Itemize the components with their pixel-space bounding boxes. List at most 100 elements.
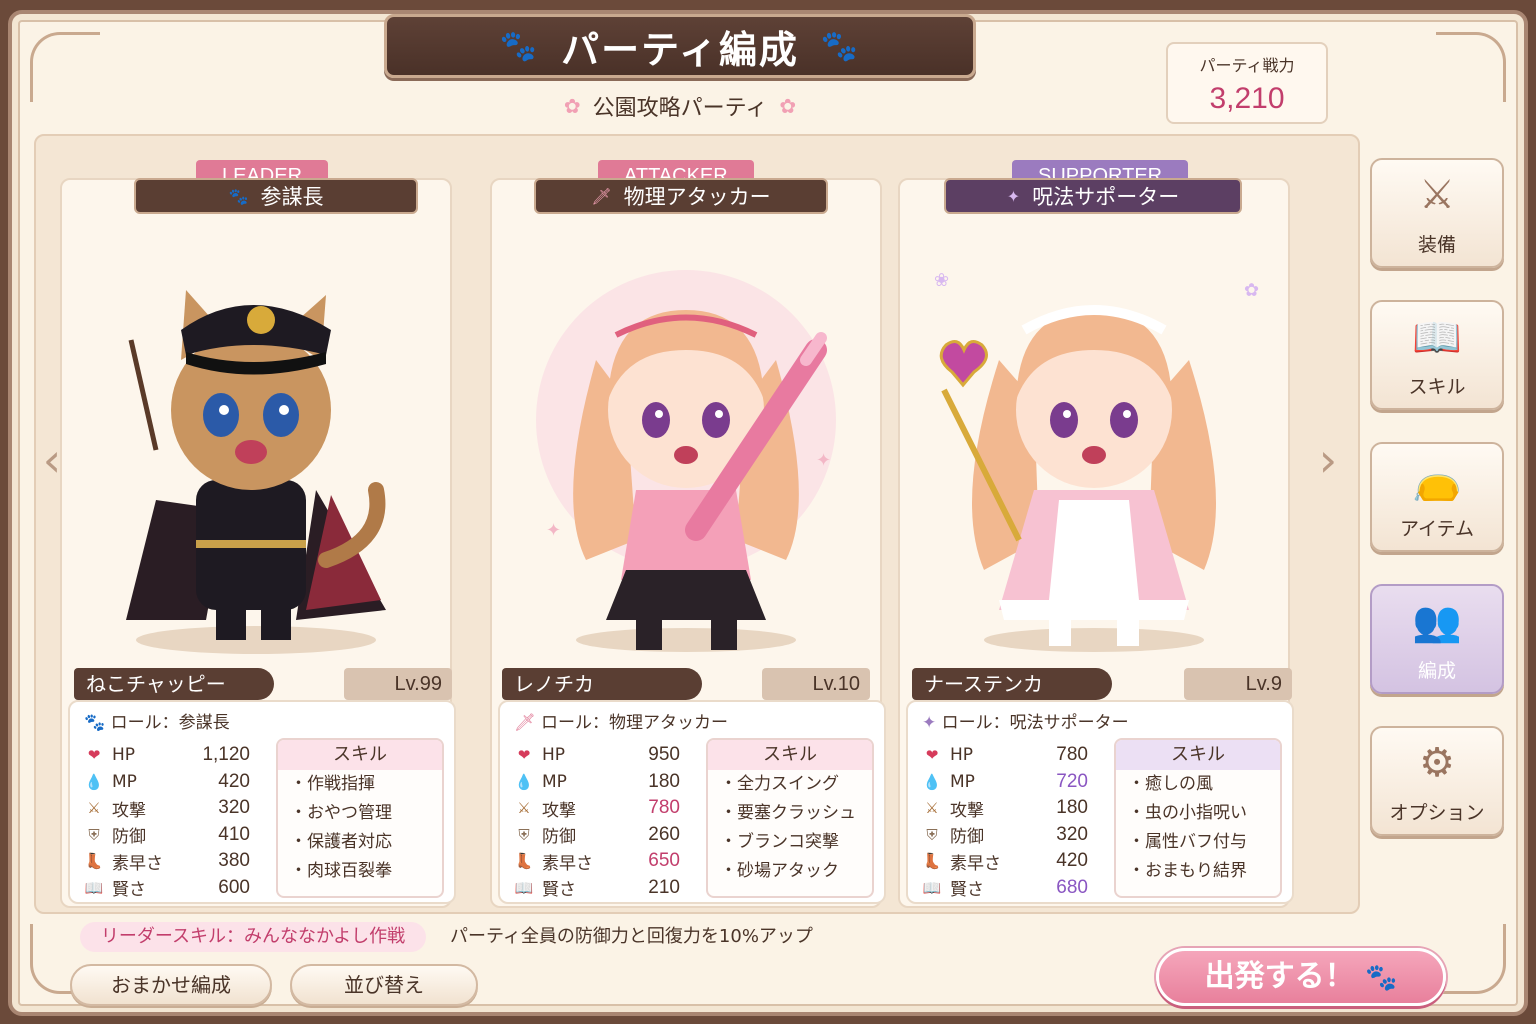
character-portrait-girl-bat: [516, 240, 856, 660]
side-menu-label: 装備: [1417, 234, 1456, 256]
stat-value: 410: [218, 823, 250, 845]
stat-label: 賢さ: [542, 880, 576, 901]
character-portrait-girl-staff: [924, 240, 1264, 660]
stat-row-speed: 👢 素早さ 420: [918, 848, 1088, 875]
stat-label: MP: [542, 771, 567, 792]
stat-value: 650: [648, 850, 680, 872]
skill-item[interactable]: ・肉球百裂拳: [278, 857, 442, 886]
depart-button[interactable]: 出発する！ 🐾: [1156, 948, 1446, 1006]
stat-value: 320: [218, 797, 250, 819]
stat-label: MP: [950, 771, 975, 792]
skill-item[interactable]: ・保護者対応: [278, 828, 442, 857]
boot-icon: 👢: [922, 852, 942, 871]
stat-value: 600: [218, 876, 250, 898]
skill-box: スキル ・癒しの風 ・虫の小指呪い ・属性バフ付与 ・おまもり結界: [1114, 738, 1282, 898]
heart-icon: ❤: [925, 746, 939, 765]
sparkle-icon: ✦: [922, 713, 937, 733]
side-menu-label: アイテム: [1399, 518, 1475, 540]
stat-label: HP: [950, 745, 974, 766]
item-bag-icon: 👝: [1412, 457, 1462, 503]
stat-row-wisdom: 📖 賢さ 680: [918, 875, 1088, 902]
stat-label: 賢さ: [950, 880, 984, 901]
stat-row-hp: ❤ HP 1,120: [80, 742, 250, 769]
side-menu-options[interactable]: ⚙ オプション: [1370, 726, 1504, 836]
flower-icon: ✿: [563, 94, 581, 118]
role-line-text: ロール：物理アタッカー: [541, 713, 728, 733]
paw-icon: 🐾: [84, 713, 106, 733]
stat-row-attack: ⚔ 攻撃 180: [918, 795, 1088, 822]
member-card-leader[interactable]: LEADER 🐾 参謀長 ねこチャッピー Lv.99 🐾 ロール：参謀長 ❤ H…: [56, 160, 456, 908]
sword-icon: 🗡: [514, 713, 536, 733]
stat-row-defense: ⛨ 防御 410: [80, 822, 250, 849]
party-name-text: 公園攻略パーティ: [592, 96, 768, 121]
paw-icon: 🐾: [1365, 963, 1398, 993]
stat-value: 720: [1056, 770, 1088, 792]
paw-icon: 🐾: [499, 28, 540, 64]
member-card-attacker[interactable]: ATTACKER 🗡 物理アタッカー ✦ ✦ レノチカ Lv.10 🗡 ロール：…: [486, 160, 886, 908]
skill-item[interactable]: ・癒しの風: [1116, 770, 1280, 799]
stats-panel: 🗡 ロール：物理アタッカー ❤ HP 950 💧 MP 180 ⚔ 攻撃 780 ⛨ 防御 26…: [498, 700, 886, 904]
sparkle-icon: ✦: [1006, 186, 1021, 206]
boot-icon: 👢: [514, 852, 534, 871]
stat-label: 攻撃: [542, 800, 576, 821]
stat-value: 420: [218, 770, 250, 792]
stat-list: ❤ HP 950 💧 MP 180 ⚔ 攻撃 780 ⛨ 防御 260 👢 素早さ 650 📖 賢さ 2…: [510, 742, 680, 901]
stat-list: ❤ HP 780 💧 MP 720 ⚔ 攻撃 180 ⛨ 防御 320 👢 素早さ 420 📖 賢さ 6…: [918, 742, 1088, 901]
book-icon: 📖: [84, 878, 104, 897]
member-level: Lv.99: [344, 668, 452, 700]
skill-heading: スキル: [708, 740, 872, 770]
side-menu-label: スキル: [1408, 376, 1466, 398]
stat-label: 攻撃: [112, 800, 146, 821]
role-line: ✦ ロール：呪法サポーター: [922, 708, 1129, 733]
book-icon: 📖: [514, 878, 534, 897]
party-power-label: パーティ戦力: [1199, 56, 1295, 75]
stat-row-hp: ❤ HP 780: [918, 742, 1088, 769]
side-menu-skill[interactable]: 📖 スキル: [1370, 300, 1504, 410]
role-line-text: ロール：参謀長: [110, 713, 230, 733]
skill-item[interactable]: ・作戦指揮: [278, 770, 442, 799]
stat-label: 素早さ: [112, 853, 163, 874]
role-title: 物理アタッカー: [623, 185, 771, 209]
skill-item[interactable]: ・おやつ管理: [278, 799, 442, 828]
stat-label: HP: [112, 745, 136, 766]
stat-value: 1,120: [202, 744, 250, 766]
sort-button[interactable]: 並び替え: [290, 964, 478, 1006]
sword-icon: ⚔: [87, 799, 101, 818]
stat-label: 攻撃: [950, 800, 984, 821]
skill-item[interactable]: ・ブランコ突撃: [708, 828, 872, 857]
next-arrow-icon[interactable]: ›: [1312, 437, 1344, 483]
sword-icon: ⚔: [925, 799, 939, 818]
stat-value: 320: [1056, 823, 1088, 845]
skill-heading: スキル: [1116, 740, 1280, 770]
party-power-box: パーティ戦力 3,210: [1166, 42, 1328, 124]
party-icon: 👥: [1412, 599, 1462, 645]
stat-value: 420: [1056, 850, 1088, 872]
skill-item[interactable]: ・全力スイング: [708, 770, 872, 799]
role-title: 呪法サポーター: [1032, 185, 1180, 209]
side-menu-label: 編成: [1417, 660, 1456, 682]
stat-label: 防御: [112, 827, 146, 848]
stat-label: 素早さ: [542, 853, 593, 874]
skill-item[interactable]: ・要塞クラッシュ: [708, 799, 872, 828]
skill-item[interactable]: ・おまもり結界: [1116, 857, 1280, 886]
skill-item[interactable]: ・砂場アタック: [708, 857, 872, 886]
page-title: パーティ編成: [561, 27, 799, 72]
heart-icon: ❤: [517, 746, 531, 765]
skill-item[interactable]: ・属性バフ付与: [1116, 828, 1280, 857]
stat-row-mp: 💧 MP 180: [510, 769, 680, 796]
auto-formation-button[interactable]: おまかせ編成: [70, 964, 272, 1006]
skill-item[interactable]: ・虫の小指呪い: [1116, 799, 1280, 828]
side-menu-item[interactable]: 👝 アイテム: [1370, 442, 1504, 552]
member-card-supporter[interactable]: SUPPORTER ✦ 呪法サポーター ❀ ✿ ナーステンカ Lv.9 ✦ ロー…: [894, 160, 1294, 908]
sparkle-icon: ✦: [546, 520, 562, 541]
stat-label: HP: [542, 745, 566, 766]
butterfly-icon: ❀: [934, 270, 950, 291]
title-banner: 🐾 パーティ編成 🐾: [384, 14, 976, 78]
role-title: 参謀長: [260, 185, 324, 209]
side-menu-equipment[interactable]: ⚔ 装備: [1370, 158, 1504, 268]
side-menu-formation[interactable]: 👥 編成: [1370, 584, 1504, 694]
member-level: Lv.10: [762, 668, 870, 700]
stat-label: 防御: [542, 827, 576, 848]
stat-row-wisdom: 📖 賢さ 600: [80, 875, 250, 902]
flower-icon: ✿: [1244, 280, 1260, 301]
